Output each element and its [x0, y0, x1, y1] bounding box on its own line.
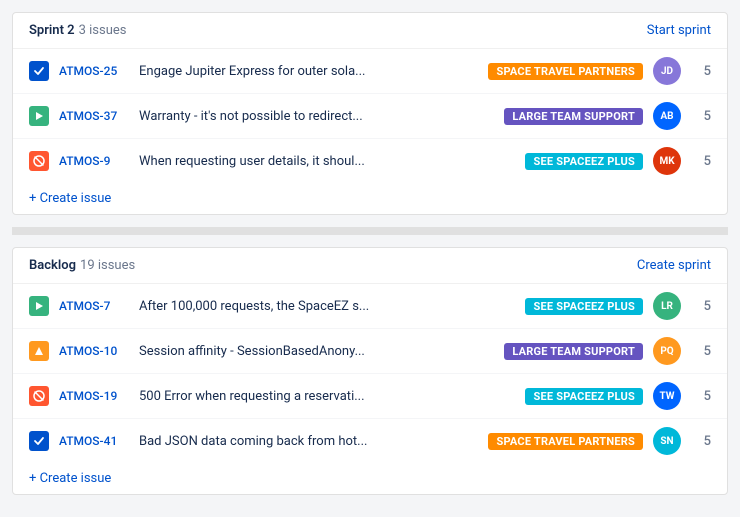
issue-tag[interactable]: SPACE TRAVEL PARTNERS: [488, 433, 643, 450]
issue-tag[interactable]: LARGE TEAM SUPPORT: [504, 108, 643, 125]
backlog-issue-count: 19 issues: [80, 258, 135, 273]
sprint-title-group: Sprint 2 3 issues: [29, 23, 126, 38]
backlog-header: Backlog 19 issues Create sprint: [13, 248, 727, 284]
table-row: ATMOS-37 Warranty - it's not possible to…: [13, 94, 727, 139]
table-row: ATMOS-9 When requesting user details, it…: [13, 139, 727, 183]
separator: [12, 227, 728, 235]
sprint-issues-list: ATMOS-25 Engage Jupiter Express for oute…: [13, 49, 727, 183]
create-sprint-button[interactable]: Create sprint: [637, 258, 711, 273]
issue-id[interactable]: ATMOS-25: [59, 64, 129, 78]
issue-type-icon: [29, 61, 49, 81]
avatar: PQ: [653, 337, 681, 365]
sprint-title: Sprint 2: [29, 23, 75, 38]
issue-id[interactable]: ATMOS-19: [59, 389, 129, 403]
story-points: 5: [691, 344, 711, 359]
issue-type-icon: [29, 386, 49, 406]
issue-type-icon: [29, 296, 49, 316]
backlog-title-group: Backlog 19 issues: [29, 258, 135, 273]
story-points: 5: [691, 389, 711, 404]
story-points: 5: [691, 434, 711, 449]
issue-summary: 500 Error when requesting a reservati...: [139, 389, 515, 404]
issue-type-icon: [29, 151, 49, 171]
backlog-title: Backlog: [29, 258, 76, 273]
avatar: LR: [653, 292, 681, 320]
issue-type-icon: [29, 106, 49, 126]
issue-type-icon: [29, 341, 49, 361]
issue-tag[interactable]: SPACE TRAVEL PARTNERS: [488, 63, 643, 80]
story-points: 5: [691, 299, 711, 314]
table-row: ATMOS-7 After 100,000 requests, the Spac…: [13, 284, 727, 329]
sprint-create-issue[interactable]: + Create issue: [13, 183, 727, 214]
issue-summary: Warranty - it's not possible to redirect…: [139, 109, 494, 124]
backlog-issues-list: ATMOS-7 After 100,000 requests, the Spac…: [13, 284, 727, 463]
issue-id[interactable]: ATMOS-41: [59, 434, 129, 448]
issue-id[interactable]: ATMOS-37: [59, 109, 129, 123]
issue-tag[interactable]: SEE SPACEEZ PLUS: [525, 388, 643, 405]
avatar: MK: [653, 147, 681, 175]
issue-id[interactable]: ATMOS-7: [59, 299, 129, 313]
table-row: ATMOS-41 Bad JSON data coming back from …: [13, 419, 727, 463]
issue-summary: When requesting user details, it shoul..…: [139, 154, 515, 169]
table-row: ATMOS-25 Engage Jupiter Express for oute…: [13, 49, 727, 94]
issue-id[interactable]: ATMOS-10: [59, 344, 129, 358]
sprint-header: Sprint 2 3 issues Start sprint: [13, 13, 727, 49]
start-sprint-button[interactable]: Start sprint: [647, 23, 711, 38]
issue-type-icon: [29, 431, 49, 451]
backlog-section: Backlog 19 issues Create sprint ATMOS-7 …: [12, 247, 728, 495]
sprint-issue-count: 3 issues: [79, 23, 127, 38]
sprint-section: Sprint 2 3 issues Start sprint ATMOS-25 …: [12, 12, 728, 215]
avatar: JD: [653, 57, 681, 85]
issue-summary: After 100,000 requests, the SpaceEZ s...: [139, 299, 515, 314]
avatar: TW: [653, 382, 681, 410]
issue-tag[interactable]: SEE SPACEEZ PLUS: [525, 153, 643, 170]
table-row: ATMOS-19 500 Error when requesting a res…: [13, 374, 727, 419]
issue-summary: Engage Jupiter Express for outer sola...: [139, 64, 478, 79]
story-points: 5: [691, 109, 711, 124]
avatar: SN: [653, 427, 681, 455]
issue-tag[interactable]: SEE SPACEEZ PLUS: [525, 298, 643, 315]
story-points: 5: [691, 64, 711, 79]
issue-tag[interactable]: LARGE TEAM SUPPORT: [504, 343, 643, 360]
issue-id[interactable]: ATMOS-9: [59, 154, 129, 168]
avatar: AB: [653, 102, 681, 130]
backlog-create-issue[interactable]: + Create issue: [13, 463, 727, 494]
issue-summary: Session affinity - SessionBasedAnony...: [139, 344, 494, 359]
story-points: 5: [691, 154, 711, 169]
table-row: ATMOS-10 Session affinity - SessionBased…: [13, 329, 727, 374]
issue-summary: Bad JSON data coming back from hot...: [139, 434, 478, 449]
